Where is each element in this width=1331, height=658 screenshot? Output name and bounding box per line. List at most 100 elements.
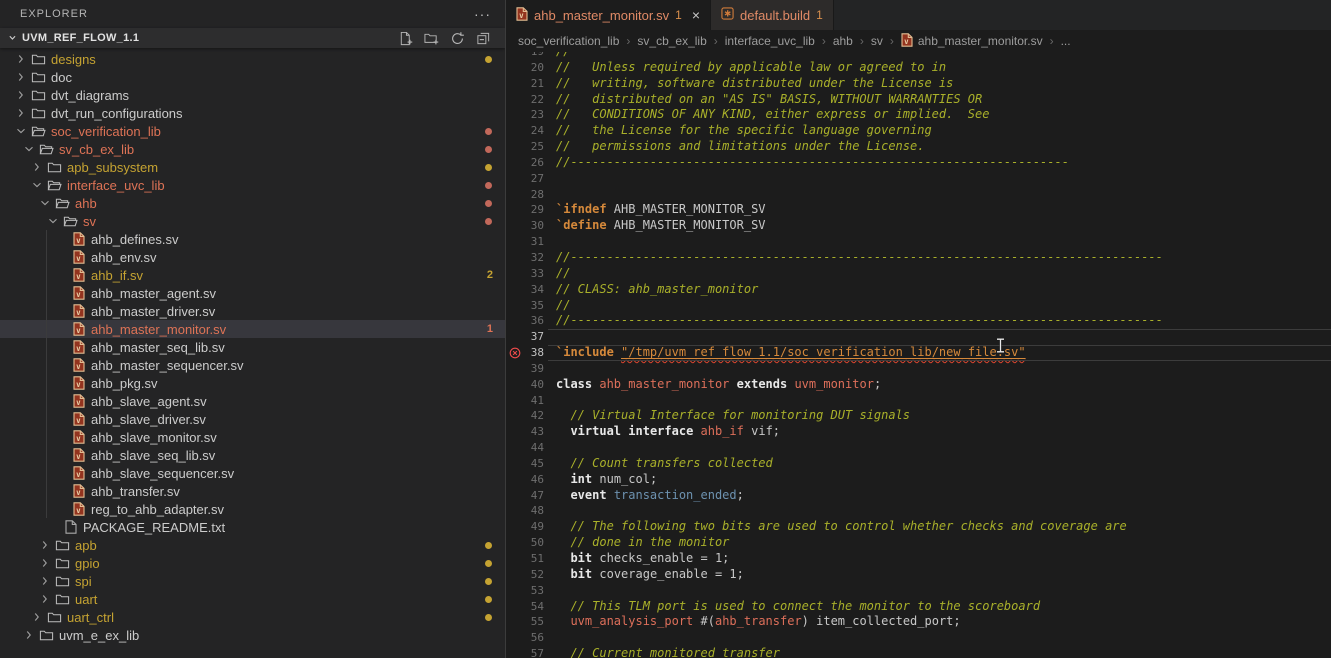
chevron-down-icon[interactable] (21, 142, 37, 156)
code-line-54[interactable]: 54 // This TLM port is used to connect t… (506, 599, 1331, 615)
code-line-50[interactable]: 50 // done in the monitor (506, 535, 1331, 551)
code-line-36[interactable]: 36//------------------------------------… (506, 313, 1331, 329)
code-line-43[interactable]: 43 virtual interface ahb_if vif; (506, 424, 1331, 440)
chevron-right-icon[interactable] (21, 628, 37, 642)
tree-item-ahb-transfer-sv[interactable]: vahb_transfer.sv (0, 482, 505, 500)
code-line-38[interactable]: 38`include "/tmp/uvm_ref_flow_1.1/soc_ve… (506, 345, 1331, 361)
code-line-37[interactable]: 37 (506, 329, 1331, 345)
breadcrumb-item[interactable]: sv (871, 34, 883, 48)
chevron-right-icon[interactable] (13, 70, 29, 84)
breadcrumb-item[interactable]: ahb (833, 34, 853, 48)
tree-item-soc-verification-lib[interactable]: soc_verification_lib (0, 122, 505, 140)
tree-item-sv-cb-ex-lib[interactable]: sv_cb_ex_lib (0, 140, 505, 158)
refresh-icon[interactable] (449, 30, 465, 46)
code-line-47[interactable]: 47 event transaction_ended; (506, 488, 1331, 504)
code-line-28[interactable]: 28 (506, 187, 1331, 203)
tree-item-ahb[interactable]: ahb (0, 194, 505, 212)
code-line-24[interactable]: 24// the License for the specific langua… (506, 123, 1331, 139)
chevron-down-icon[interactable] (45, 214, 61, 228)
code-line-49[interactable]: 49 // The following two bits are used to… (506, 519, 1331, 535)
code-line-32[interactable]: 32//------------------------------------… (506, 250, 1331, 266)
tree-item-designs[interactable]: designs (0, 50, 505, 68)
code-line-56[interactable]: 56 (506, 630, 1331, 646)
chevron-down-icon[interactable] (4, 31, 20, 45)
chevron-down-icon[interactable] (13, 124, 29, 138)
code-line-42[interactable]: 42 // Virtual Interface for monitoring D… (506, 408, 1331, 424)
tab-ahb-master-monitor[interactable]: v ahb_master_monitor.sv 1 × (506, 0, 711, 30)
collapse-all-icon[interactable] (475, 30, 491, 46)
code-line-57[interactable]: 57 // Current monitored transfer (506, 646, 1331, 658)
code-line-53[interactable]: 53 (506, 583, 1331, 599)
breadcrumb-item[interactable]: interface_uvc_lib (725, 34, 815, 48)
code-area[interactable]: 19//20// Unless required by applicable l… (506, 52, 1331, 658)
tree-item-ahb-env-sv[interactable]: vahb_env.sv (0, 248, 505, 266)
tree-item-ahb-master-sequencer-sv[interactable]: vahb_master_sequencer.sv (0, 356, 505, 374)
code-line-41[interactable]: 41 (506, 393, 1331, 409)
breadcrumb-file[interactable]: v ahb_master_monitor.sv (901, 33, 1043, 50)
code-line-45[interactable]: 45 // Count transfers collected (506, 456, 1331, 472)
chevron-right-icon[interactable] (29, 160, 45, 174)
tree-item-interface-uvc-lib[interactable]: interface_uvc_lib (0, 176, 505, 194)
tree-item-apb-subsystem[interactable]: apb_subsystem (0, 158, 505, 176)
code-line-55[interactable]: 55 uvm_analysis_port #(ahb_transfer) ite… (506, 614, 1331, 630)
tree-item-ahb-slave-monitor-sv[interactable]: vahb_slave_monitor.sv (0, 428, 505, 446)
code-line-48[interactable]: 48 (506, 503, 1331, 519)
code-line-26[interactable]: 26//------------------------------------… (506, 155, 1331, 171)
code-line-52[interactable]: 52 bit coverage_enable = 1; (506, 567, 1331, 583)
tree-item-dvt-diagrams[interactable]: dvt_diagrams (0, 86, 505, 104)
tree-item-dvt-run-configurations[interactable]: dvt_run_configurations (0, 104, 505, 122)
breadcrumb-more[interactable]: ... (1061, 34, 1071, 48)
tree-item-uart-ctrl[interactable]: uart_ctrl (0, 608, 505, 626)
chevron-right-icon[interactable] (37, 592, 53, 606)
chevron-right-icon[interactable] (37, 538, 53, 552)
breadcrumb-item[interactable]: sv_cb_ex_lib (637, 34, 706, 48)
code-line-29[interactable]: 29`ifndef AHB_MASTER_MONITOR_SV (506, 202, 1331, 218)
chevron-right-icon[interactable] (13, 88, 29, 102)
tree-item-ahb-slave-agent-sv[interactable]: vahb_slave_agent.sv (0, 392, 505, 410)
tree-item-ahb-slave-sequencer-sv[interactable]: vahb_slave_sequencer.sv (0, 464, 505, 482)
new-file-icon[interactable] (397, 30, 413, 46)
chevron-right-icon[interactable] (37, 574, 53, 588)
chevron-down-icon[interactable] (29, 178, 45, 192)
tree-item-reg-to-ahb-adapter-sv[interactable]: vreg_to_ahb_adapter.sv (0, 500, 505, 518)
tree-item-sv[interactable]: sv (0, 212, 505, 230)
chevron-right-icon[interactable] (37, 556, 53, 570)
tree-item-doc[interactable]: doc (0, 68, 505, 86)
close-icon[interactable]: × (692, 7, 700, 23)
tree-item-ahb-slave-seq-lib-sv[interactable]: vahb_slave_seq_lib.sv (0, 446, 505, 464)
breadcrumb-item[interactable]: soc_verification_lib (518, 34, 619, 48)
tree-item-gpio[interactable]: gpio (0, 554, 505, 572)
code-line-27[interactable]: 27 (506, 171, 1331, 187)
chevron-right-icon[interactable] (13, 106, 29, 120)
tree-item-ahb-master-monitor-sv[interactable]: vahb_master_monitor.sv1 (0, 320, 505, 338)
tree-item-spi[interactable]: spi (0, 572, 505, 590)
new-folder-icon[interactable] (423, 30, 439, 46)
tree-item-uart[interactable]: uart (0, 590, 505, 608)
chevron-right-icon[interactable] (13, 52, 29, 66)
code-line-33[interactable]: 33// (506, 266, 1331, 282)
tree-item-ahb-defines-sv[interactable]: vahb_defines.sv (0, 230, 505, 248)
code-line-25[interactable]: 25// permissions and limitations under t… (506, 139, 1331, 155)
code-line-44[interactable]: 44 (506, 440, 1331, 456)
include-path-string[interactable]: "/tmp/uvm_ref_flow_1.1/soc_verification_… (621, 345, 1026, 359)
tree-item-ahb-slave-driver-sv[interactable]: vahb_slave_driver.sv (0, 410, 505, 428)
code-line-39[interactable]: 39 (506, 361, 1331, 377)
code-line-21[interactable]: 21// writing, software distributed under… (506, 76, 1331, 92)
tree-item-ahb-master-driver-sv[interactable]: vahb_master_driver.sv (0, 302, 505, 320)
code-line-35[interactable]: 35// (506, 298, 1331, 314)
more-actions-icon[interactable]: ··· (474, 6, 491, 22)
code-line-22[interactable]: 22// distributed on an "AS IS" BASIS, WI… (506, 92, 1331, 108)
code-line-34[interactable]: 34// CLASS: ahb_master_monitor (506, 282, 1331, 298)
code-line-30[interactable]: 30`define AHB_MASTER_MONITOR_SV (506, 218, 1331, 234)
code-line-19[interactable]: 19// (506, 52, 1331, 60)
chevron-down-icon[interactable] (37, 196, 53, 210)
code-line-40[interactable]: 40class ahb_master_monitor extends uvm_m… (506, 377, 1331, 393)
code-line-23[interactable]: 23// CONDITIONS OF ANY KIND, either expr… (506, 107, 1331, 123)
chevron-right-icon[interactable] (29, 610, 45, 624)
code-line-20[interactable]: 20// Unless required by applicable law o… (506, 60, 1331, 76)
code-line-51[interactable]: 51 bit checks_enable = 1; (506, 551, 1331, 567)
tree-item-apb[interactable]: apb (0, 536, 505, 554)
project-header[interactable]: UVM_REF_FLOW_1.1 (0, 28, 505, 48)
tab-default-build[interactable]: ✱ default.build 1 (711, 0, 834, 30)
tree-item-package-readme-txt[interactable]: PACKAGE_README.txt (0, 518, 505, 536)
